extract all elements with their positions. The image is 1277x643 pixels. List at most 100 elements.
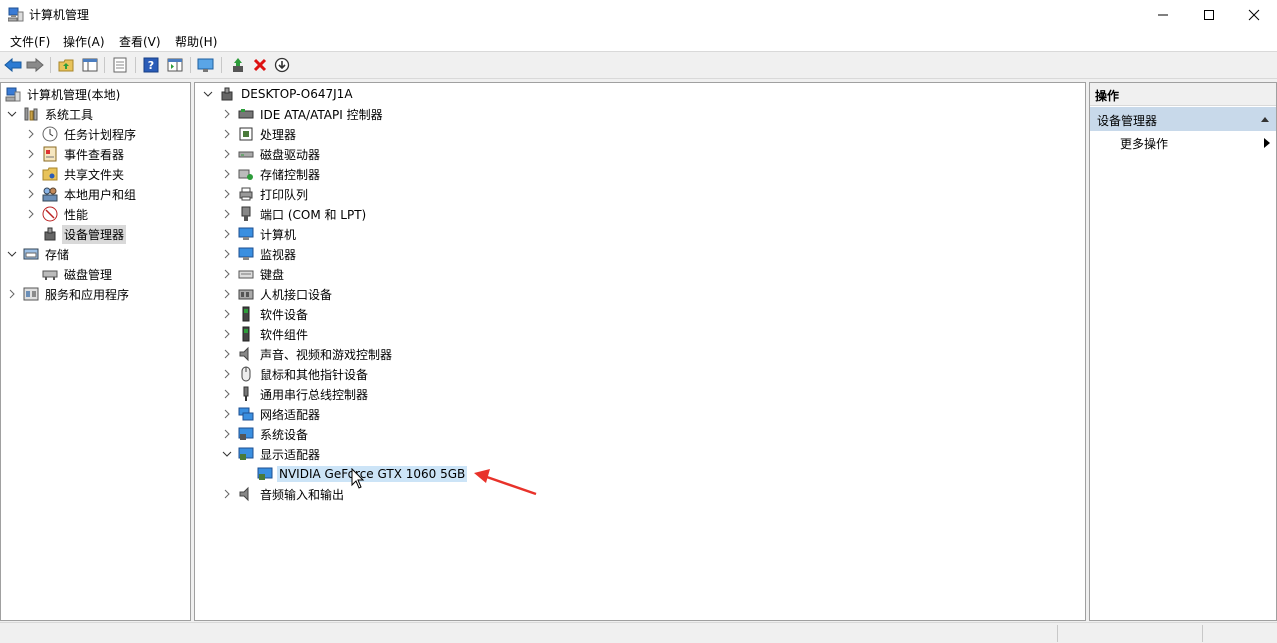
device-category[interactable]: 声音、视频和游戏控制器: [220, 345, 394, 363]
tree-item-disk-management[interactable]: 磁盘管理: [24, 265, 114, 283]
device-category[interactable]: 存储控制器: [220, 165, 322, 183]
show-hide-tree-icon[interactable]: [81, 56, 99, 74]
actions-section-device-manager[interactable]: 设备管理器: [1090, 107, 1276, 131]
tree-item-performance[interactable]: 性能: [24, 205, 90, 223]
chevron-down-icon[interactable]: [220, 447, 234, 461]
disk-drive-icon: [238, 146, 254, 162]
chevron-right-icon[interactable]: [220, 147, 234, 161]
device-category[interactable]: IDE ATA/ATAPI 控制器: [220, 105, 385, 123]
device-category[interactable]: 磁盘驱动器: [220, 145, 322, 163]
usb-icon: [238, 386, 254, 402]
audio-io-icon: [238, 486, 254, 502]
mouse-icon: [238, 366, 254, 382]
ide-controller-icon: [238, 106, 254, 122]
tree-item-local-users[interactable]: 本地用户和组: [24, 185, 138, 203]
chevron-right-icon[interactable]: [5, 287, 19, 301]
tree-item-device-manager[interactable]: 设备管理器: [24, 224, 127, 244]
update-driver-icon[interactable]: [229, 56, 247, 74]
menu-file[interactable]: 文件(F): [10, 33, 50, 50]
tree-root[interactable]: 计算机管理(本地): [5, 85, 122, 103]
tree-system-tools[interactable]: 系统工具: [5, 105, 95, 123]
chevron-down-icon[interactable]: [5, 247, 19, 261]
menu-action[interactable]: 操作(A): [63, 33, 105, 50]
chevron-right-icon[interactable]: [24, 127, 38, 141]
up-folder-icon[interactable]: [57, 56, 75, 74]
tree-item-shared-folders[interactable]: 共享文件夹: [24, 165, 126, 183]
chevron-right-icon[interactable]: [220, 427, 234, 441]
device-category[interactable]: 网络适配器: [220, 405, 322, 423]
device-category[interactable]: 通用串行总线控制器: [220, 385, 370, 403]
export-list-icon[interactable]: [111, 56, 129, 74]
device-category[interactable]: 键盘: [220, 265, 286, 283]
tree-item-event-viewer[interactable]: 事件查看器: [24, 145, 126, 163]
chevron-right-icon[interactable]: [220, 107, 234, 121]
chevron-right-icon[interactable]: [24, 187, 38, 201]
chevron-right-icon[interactable]: [220, 387, 234, 401]
chevron-right-icon[interactable]: [220, 187, 234, 201]
chevron-right-icon[interactable]: [220, 247, 234, 261]
maximize-button[interactable]: [1186, 0, 1232, 29]
action-pane-icon[interactable]: [166, 56, 184, 74]
chevron-right-icon[interactable]: [220, 287, 234, 301]
users-icon: [42, 186, 58, 202]
device-tree-root[interactable]: DESKTOP-O647J1A: [201, 85, 355, 103]
software-component-icon: [238, 326, 254, 342]
display-adapter-icon: [257, 466, 273, 482]
more-actions-item[interactable]: 更多操作: [1120, 135, 1168, 152]
chevron-right-icon[interactable]: [24, 167, 38, 181]
device-category[interactable]: 软件组件: [220, 325, 310, 343]
chevron-right-icon[interactable]: [220, 127, 234, 141]
device-category[interactable]: 软件设备: [220, 305, 310, 323]
chevron-down-icon[interactable]: [201, 87, 215, 101]
chevron-right-icon[interactable]: [220, 267, 234, 281]
submenu-arrow-icon[interactable]: [1264, 138, 1270, 148]
tree-storage[interactable]: 存储: [5, 245, 71, 263]
device-category[interactable]: 处理器: [220, 125, 298, 143]
processor-icon: [238, 126, 254, 142]
device-category[interactable]: 系统设备: [220, 425, 310, 443]
tree-services-applications[interactable]: 服务和应用程序: [5, 285, 131, 303]
printer-icon: [238, 186, 254, 202]
chevron-right-icon[interactable]: [24, 147, 38, 161]
collapse-up-icon[interactable]: [1260, 115, 1270, 123]
chevron-right-icon[interactable]: [24, 207, 38, 221]
annotation-arrow: [474, 469, 537, 496]
storage-controller-icon: [238, 166, 254, 182]
scan-hardware-icon[interactable]: [197, 56, 215, 74]
toolbar: ?: [0, 51, 1277, 79]
forward-icon[interactable]: [26, 56, 44, 74]
menu-view[interactable]: 查看(V): [119, 33, 161, 50]
chevron-down-icon[interactable]: [5, 107, 19, 121]
chevron-right-icon[interactable]: [220, 347, 234, 361]
menu-help[interactable]: 帮助(H): [175, 33, 217, 50]
device-category[interactable]: 计算机: [220, 225, 298, 243]
device-manager-icon: [42, 226, 58, 242]
device-category[interactable]: 鼠标和其他指针设备: [220, 365, 370, 383]
tree-item-task-scheduler[interactable]: 任务计划程序: [24, 125, 138, 143]
device-category[interactable]: 人机接口设备: [220, 285, 334, 303]
minimize-button[interactable]: [1140, 0, 1186, 29]
chevron-right-icon[interactable]: [220, 207, 234, 221]
back-icon[interactable]: [4, 56, 22, 74]
chevron-right-icon[interactable]: [220, 487, 234, 501]
computer-management-icon: [7, 6, 24, 22]
device-category-audio-io[interactable]: 音频输入和输出: [220, 485, 346, 503]
storage-icon: [23, 246, 39, 262]
device-category[interactable]: 显示适配器: [220, 445, 322, 463]
chevron-right-icon[interactable]: [220, 307, 234, 321]
close-button[interactable]: [1231, 0, 1277, 29]
help-icon[interactable]: ?: [142, 56, 160, 74]
chevron-right-icon[interactable]: [220, 227, 234, 241]
chevron-right-icon[interactable]: [220, 167, 234, 181]
device-category[interactable]: 端口 (COM 和 LPT): [220, 205, 368, 223]
computer-management-icon: [5, 86, 21, 102]
event-viewer-icon: [42, 146, 58, 162]
computer-icon: [238, 226, 254, 242]
uninstall-device-icon[interactable]: [251, 56, 269, 74]
chevron-right-icon[interactable]: [220, 367, 234, 381]
disable-device-icon[interactable]: [273, 56, 291, 74]
device-category[interactable]: 监视器: [220, 245, 298, 263]
chevron-right-icon[interactable]: [220, 327, 234, 341]
chevron-right-icon[interactable]: [220, 407, 234, 421]
device-category[interactable]: 打印队列: [220, 185, 310, 203]
